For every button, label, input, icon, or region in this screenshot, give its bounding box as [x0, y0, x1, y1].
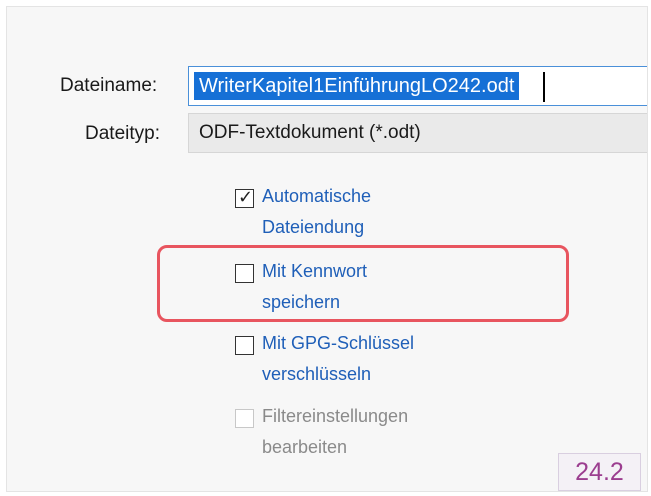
password-highlight-frame: [157, 245, 569, 322]
gpg-encrypt-label-line1: Mit GPG-Schlüssel: [262, 333, 415, 353]
text-caret: [543, 72, 545, 102]
auto-extension-label-line2: Dateiendung: [262, 217, 365, 237]
filetype-dropdown[interactable]: ODF-Textdokument (*.odt): [188, 113, 647, 153]
filename-label: Dateiname:: [60, 75, 158, 96]
option-filter-settings: Filtereinstellungen bearbeiten: [235, 405, 408, 463]
filename-input[interactable]: WriterKapitel1EinführungLO242.odt: [188, 66, 647, 106]
option-auto-extension[interactable]: ✓ Automatische Dateiendung: [235, 185, 371, 243]
save-dialog-panel: Dateiname: WriterKapitel1EinführungLO242…: [6, 6, 648, 492]
filter-settings-label: Filtereinstellungen bearbeiten: [262, 401, 408, 463]
filter-settings-checkbox: [235, 409, 254, 428]
filetype-label: Dateityp:: [85, 123, 160, 144]
auto-extension-label-line1: Automatische: [262, 186, 372, 206]
filter-settings-label-line1: Filtereinstellungen: [262, 406, 409, 426]
gpg-encrypt-checkbox[interactable]: [235, 336, 254, 355]
gpg-encrypt-label-line2: verschlüsseln: [262, 364, 372, 384]
version-badge: 24.2: [558, 453, 641, 491]
auto-extension-checkbox[interactable]: ✓: [235, 187, 254, 208]
filetype-selected-value: ODF-Textdokument (*.odt): [199, 122, 421, 143]
option-gpg-encrypt[interactable]: Mit GPG-Schlüssel verschlüsseln: [235, 332, 414, 390]
checkmark-icon: ✓: [237, 187, 254, 207]
auto-extension-label[interactable]: Automatische Dateiendung: [262, 181, 371, 243]
gpg-encrypt-label[interactable]: Mit GPG-Schlüssel verschlüsseln: [262, 328, 414, 390]
filename-selected-text: WriterKapitel1EinführungLO242.odt: [194, 72, 520, 100]
filter-settings-label-line2: bearbeiten: [262, 437, 348, 457]
